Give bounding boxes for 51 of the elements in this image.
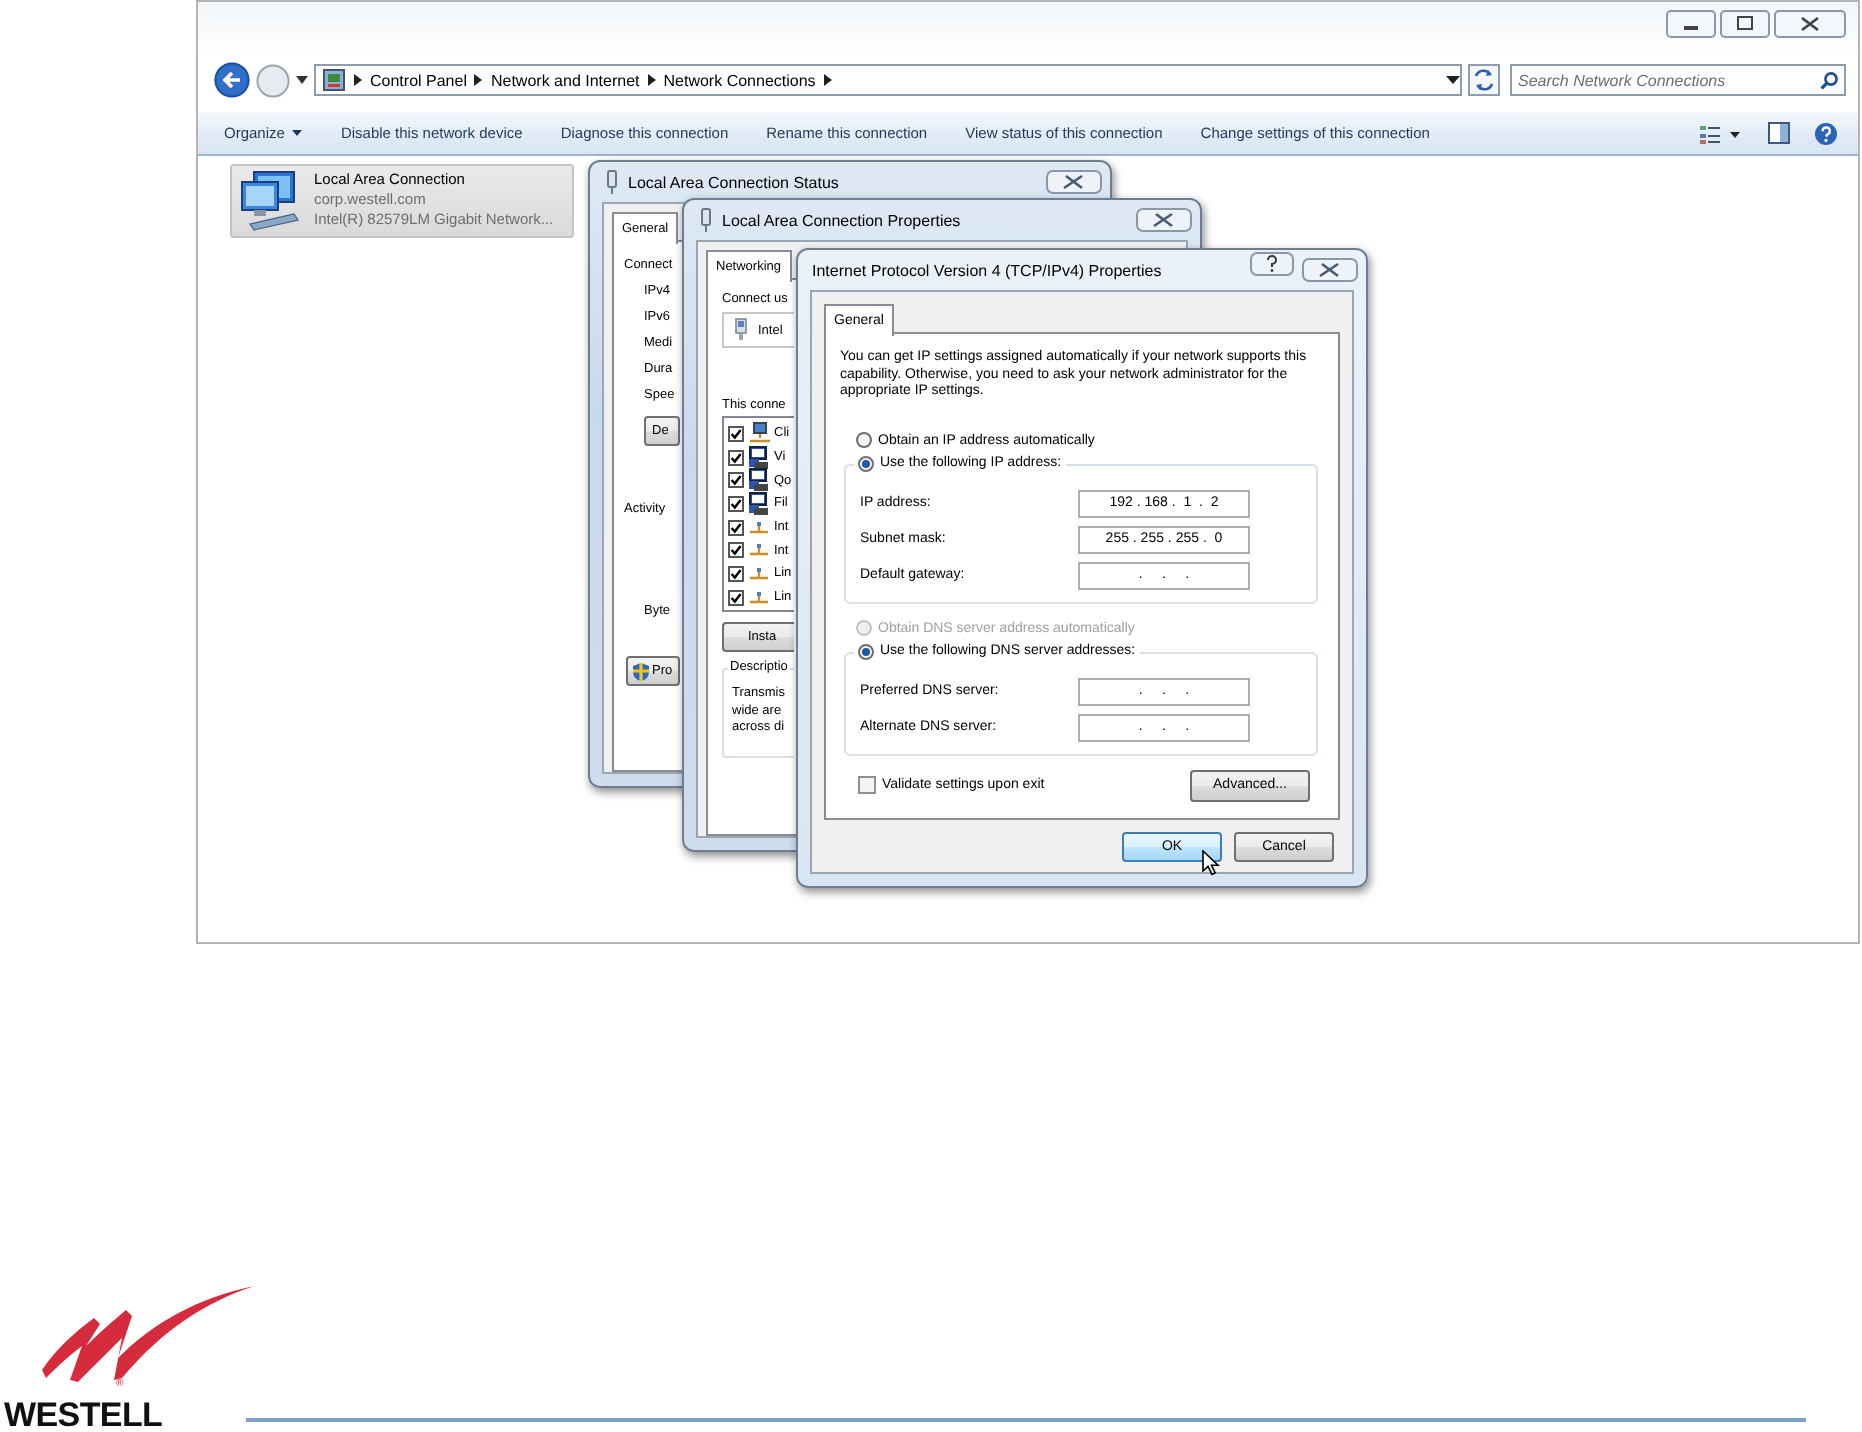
network-adapter-icon bbox=[730, 318, 752, 342]
help-icon[interactable] bbox=[1814, 121, 1838, 145]
client-icon bbox=[748, 421, 770, 446]
dialog-title: Local Area Connection Status bbox=[628, 173, 841, 191]
checkbox[interactable] bbox=[728, 519, 744, 536]
dialog-title: Local Area Connection Properties bbox=[722, 211, 963, 229]
checkbox[interactable] bbox=[728, 589, 744, 606]
minimize-button[interactable] bbox=[1666, 10, 1716, 38]
dialog-title: Internet Protocol Version 4 (TCP/IPv4) Properties bbox=[812, 261, 1164, 279]
checkbox[interactable] bbox=[728, 565, 744, 582]
radio-button[interactable] bbox=[858, 643, 874, 660]
chevron-icon[interactable] bbox=[354, 74, 362, 86]
radio-button[interactable] bbox=[858, 455, 874, 472]
service-icon bbox=[748, 491, 770, 516]
preview-pane-icon[interactable] bbox=[1768, 122, 1790, 144]
help-button[interactable] bbox=[1250, 252, 1294, 276]
view-options-icon[interactable] bbox=[1700, 123, 1744, 143]
caret-icon[interactable] bbox=[1446, 76, 1460, 84]
chevron-icon[interactable] bbox=[474, 74, 483, 86]
service-icon bbox=[748, 468, 770, 493]
caret-icon[interactable] bbox=[296, 76, 308, 84]
breadcrumb-item[interactable]: Control Panel bbox=[370, 71, 467, 89]
radio-button[interactable] bbox=[856, 432, 872, 449]
checkbox[interactable] bbox=[728, 425, 744, 442]
checkbox[interactable] bbox=[728, 542, 744, 559]
chevron-icon[interactable] bbox=[823, 74, 832, 86]
address-bar[interactable]: Control Panel Network and Internet Network Connections bbox=[314, 64, 1462, 96]
shield-icon bbox=[632, 661, 650, 681]
close-button[interactable] bbox=[1774, 10, 1846, 38]
close-button[interactable] bbox=[1136, 208, 1192, 232]
checkbox[interactable] bbox=[858, 776, 876, 795]
brand-name: WESTELL bbox=[4, 1398, 163, 1432]
network-cable-icon bbox=[604, 170, 620, 194]
search-icon[interactable] bbox=[1820, 71, 1838, 89]
checkbox[interactable] bbox=[728, 472, 744, 489]
service-icon bbox=[748, 445, 770, 470]
checkbox[interactable] bbox=[728, 495, 744, 512]
network-cable-icon bbox=[698, 208, 714, 232]
caret-icon bbox=[292, 130, 303, 136]
cursor-icon bbox=[1202, 850, 1220, 876]
refresh-button[interactable] bbox=[1468, 64, 1500, 96]
close-button[interactable] bbox=[1046, 170, 1102, 194]
back-button[interactable] bbox=[214, 62, 250, 98]
checkbox[interactable] bbox=[728, 449, 744, 466]
breadcrumb-item[interactable]: Network Connections bbox=[663, 71, 816, 89]
close-button[interactable] bbox=[1302, 258, 1358, 282]
control-panel-icon bbox=[322, 68, 346, 92]
breadcrumb-item[interactable]: Network and Internet bbox=[490, 71, 640, 89]
maximize-button[interactable] bbox=[1720, 10, 1770, 38]
chevron-icon[interactable] bbox=[647, 74, 656, 86]
search-field[interactable]: Search Network Connections bbox=[1510, 64, 1846, 96]
